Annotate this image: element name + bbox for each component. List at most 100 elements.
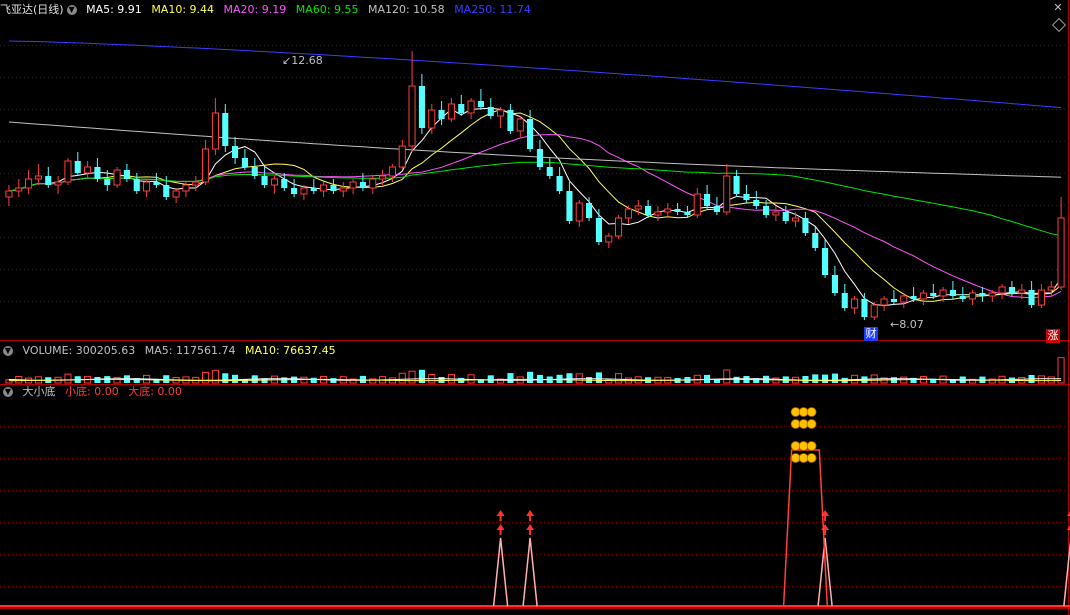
candle-up	[723, 175, 731, 213]
candle-up	[693, 193, 701, 216]
candle-up	[575, 202, 583, 222]
candle-up	[615, 217, 623, 237]
candle-up	[54, 181, 62, 186]
candle-up	[113, 169, 121, 186]
candle-up	[349, 181, 357, 189]
indicator-big-bottom: 大底: 0.00	[128, 385, 182, 398]
low-price-marker: ←8.07	[890, 318, 924, 331]
candle-down	[418, 86, 425, 128]
cai-badge[interactable]: 财	[864, 327, 878, 341]
candle-up	[388, 166, 396, 177]
volume-bar	[467, 374, 475, 384]
candle-up	[1018, 289, 1026, 294]
high-price-label: 12.68	[291, 54, 323, 67]
candle-down	[477, 101, 484, 107]
candle-down	[684, 212, 691, 215]
ma5-label: MA5: 9.91	[86, 3, 142, 16]
ma-line-ma5	[8, 107, 1062, 307]
candle-up	[654, 211, 662, 216]
indicator-name: 大小底	[22, 385, 56, 398]
candle-down	[556, 176, 563, 191]
chevron-down-icon[interactable]: ▼	[3, 346, 13, 356]
candle-up	[447, 103, 455, 120]
candle-down	[104, 179, 111, 185]
candle-down	[94, 167, 101, 179]
candle-down	[1028, 290, 1035, 305]
candle-down	[527, 119, 534, 149]
chevron-down-icon[interactable]: ▼	[66, 5, 77, 15]
volume-bar	[232, 374, 239, 383]
candle-down	[507, 110, 514, 131]
volume-value: VOLUME: 300205.63	[22, 344, 136, 357]
volume-bar	[64, 373, 72, 384]
candle-up	[516, 118, 524, 132]
candle-up	[998, 286, 1006, 294]
candle-down	[763, 206, 770, 215]
candle-up	[900, 295, 908, 303]
candle-up	[182, 184, 190, 192]
volume-ma10: MA10: 76637.45	[244, 344, 336, 357]
candle-up	[202, 148, 210, 183]
volume-bar	[527, 371, 534, 383]
candle-down	[841, 293, 848, 308]
volume-bar	[831, 373, 838, 383]
candle-down	[713, 206, 720, 212]
candle-up	[792, 217, 800, 222]
volume-bar	[408, 370, 416, 384]
stock-chart-window[interactable]: 飞亚达(日线) ▼ MA5: 9.91 MA10: 9.44 MA20: 9.19…	[0, 0, 1070, 615]
candle-up	[84, 166, 92, 174]
candle-up	[497, 109, 505, 117]
candle-up	[880, 298, 888, 306]
chevron-down-icon[interactable]: ▼	[3, 387, 13, 397]
candle-down	[890, 299, 897, 302]
candle-down	[251, 167, 258, 176]
candle-down	[674, 209, 681, 212]
candle-up	[939, 289, 947, 297]
candle-down	[536, 149, 543, 167]
volume-bar	[310, 377, 317, 383]
candle-up	[192, 181, 200, 186]
candle-down	[261, 176, 268, 185]
chart-canvas[interactable]	[0, 0, 1070, 615]
candle-down	[566, 191, 573, 221]
candle-down	[359, 182, 366, 188]
ma250-label: MA250: 11.74	[454, 3, 531, 16]
candle-up	[467, 100, 475, 114]
candle-up	[851, 298, 859, 309]
candle-down	[910, 296, 917, 299]
candle-up	[25, 178, 33, 189]
candle-down	[163, 185, 170, 197]
small-bottom-spike	[492, 537, 509, 607]
close-icon[interactable]: ✕	[1052, 2, 1064, 14]
volume-bar	[822, 374, 829, 383]
ma120-label: MA120: 10.58	[367, 3, 445, 16]
candle-down	[959, 296, 966, 299]
ma10-label: MA10: 9.44	[151, 3, 215, 16]
candle-up	[1047, 286, 1055, 291]
volume-bar	[369, 378, 377, 384]
candle-down	[822, 248, 829, 275]
volume-bar	[566, 373, 573, 383]
ma-line-ma250	[8, 40, 1062, 109]
volume-bar	[723, 369, 731, 384]
volume-bar	[615, 373, 623, 384]
candle-up	[919, 292, 928, 300]
candle-down	[310, 188, 317, 191]
candle-down	[704, 194, 711, 206]
volume-bar	[507, 373, 514, 383]
volume-bar	[300, 376, 308, 384]
candle-up	[300, 187, 308, 195]
zhang-badge[interactable]: 涨	[1046, 329, 1060, 343]
candle-down	[831, 275, 838, 293]
candle-up	[339, 187, 347, 192]
up-arrow-icon	[526, 524, 535, 535]
ma-line-ma10	[8, 108, 1062, 302]
candle-up	[172, 190, 180, 198]
candle-down	[949, 290, 956, 296]
stock-name: 飞亚达(日线)	[0, 3, 64, 16]
candle-down	[812, 233, 819, 248]
small-bottom-spike	[522, 537, 538, 607]
candle-up	[969, 292, 977, 300]
candle-down	[458, 104, 465, 113]
candle-up	[379, 175, 387, 180]
